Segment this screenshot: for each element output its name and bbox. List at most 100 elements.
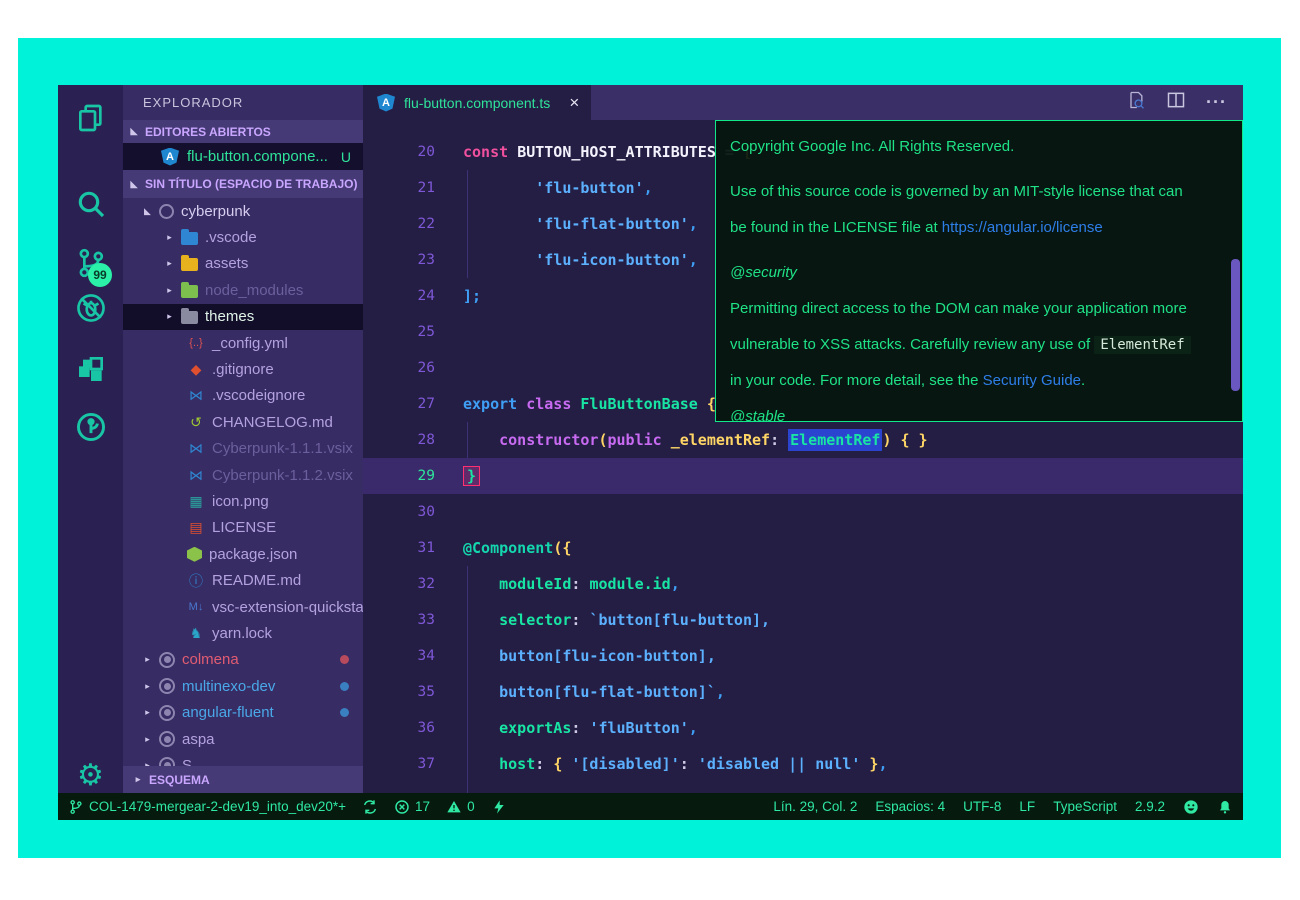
section-outline[interactable]: ▸ ESQUEMA [123, 766, 363, 793]
encoding-setting[interactable]: UTF-8 [963, 799, 1001, 814]
tree-item-label: LICENSE [212, 519, 276, 536]
section-workspace[interactable]: ◣ SIN TÍTULO (ESPACIO DE TRABAJO) [123, 170, 363, 198]
eol-setting[interactable]: LF [1019, 799, 1035, 814]
code-text: templateUrl: 'button.html', [463, 791, 743, 793]
smiley-icon [1183, 799, 1199, 815]
tree-item--config-yml[interactable]: {..}_config.yml [123, 330, 363, 356]
tree-item-label: assets [205, 255, 248, 272]
line-number: 30 [363, 504, 435, 520]
tree-item-label: Cyberpunk-1.1.1.vsix [212, 440, 353, 457]
folder-icon [181, 285, 198, 298]
code-line-30[interactable]: 30 [363, 494, 1243, 530]
code-line-33[interactable]: 33 selector: `button[flu-button], [363, 602, 1243, 638]
tooltip-scrollbar[interactable] [1231, 259, 1240, 391]
tree-item-license[interactable]: ▤LICENSE [123, 515, 363, 541]
package-json-icon [187, 547, 202, 562]
tree-item-themes[interactable]: ▸themes [123, 304, 363, 330]
code-line-37[interactable]: 37 host: { '[disabled]': 'disabled || nu… [363, 746, 1243, 782]
tooltip-line: Use of this source code is governed by a… [730, 174, 1226, 210]
sync-button[interactable] [362, 799, 378, 815]
tree-item-s[interactable]: ▸S [123, 752, 363, 766]
code-line-29[interactable]: 29} [363, 458, 1243, 494]
feedback-smiley[interactable] [1183, 799, 1199, 815]
activity-search-icon[interactable] [73, 186, 109, 222]
tree-item-node-modules[interactable]: ▸node_modules [123, 277, 363, 303]
repo-folder-icon [159, 731, 175, 747]
tree-item-package-json[interactable]: package.json [123, 541, 363, 567]
tree-item-colmena[interactable]: ▸colmena [123, 647, 363, 673]
typescript-version[interactable]: 2.9.2 [1135, 799, 1165, 814]
line-number: 38 [363, 792, 435, 793]
problems-warnings[interactable]: 0 [446, 799, 475, 815]
lightning-icon [491, 799, 507, 815]
tooltip-link[interactable]: https://angular.io/license [942, 219, 1103, 236]
open-editor-item[interactable]: A flu-button.compone... U [123, 143, 363, 170]
tree-item-multinexo-dev[interactable]: ▸multinexo-dev [123, 673, 363, 699]
tree-item--vscode[interactable]: ▸.vscode [123, 224, 363, 250]
tree-item-icon-png[interactable]: ▦icon.png [123, 488, 363, 514]
tree-item-cyberpunk-1-1-1-vsix[interactable]: ⋈Cyberpunk-1.1.1.vsix [123, 436, 363, 462]
notifications-bell[interactable] [1217, 799, 1233, 815]
code-editor[interactable]: 20const BUTTON_HOST_ATTRIBUTES = [21 'fl… [363, 120, 1243, 793]
code-line-36[interactable]: 36 exportAs: 'fluButton', [363, 710, 1243, 746]
code-line-38[interactable]: 38 templateUrl: 'button.html', [363, 782, 1243, 793]
git-branch-status[interactable]: COL-1479-mergear-2-dev19_into_dev20*+ [68, 799, 346, 815]
activity-extensions-icon[interactable] [73, 351, 109, 387]
settings-gear-icon[interactable]: ⚙ [73, 758, 109, 794]
folder-icon [181, 258, 198, 271]
indent-guide [467, 206, 468, 242]
cursor-position[interactable]: Lín. 29, Col. 2 [773, 799, 857, 814]
activity-explorer-icon[interactable] [73, 100, 109, 136]
line-number: 23 [363, 252, 435, 268]
more-actions-icon[interactable]: ··· [1206, 92, 1227, 113]
tree-item-cyberpunk-1-1-2-vsix[interactable]: ⋈Cyberpunk-1.1.2.vsix [123, 462, 363, 488]
image-icon: ▦ [187, 493, 205, 510]
repo-folder-icon [159, 652, 175, 668]
code-line-32[interactable]: 32 moduleId: module.id, [363, 566, 1243, 602]
code-line-35[interactable]: 35 button[flu-flat-button]`, [363, 674, 1243, 710]
indent-guide [467, 710, 468, 746]
tree-item-readme-md[interactable]: ⓘREADME.md [123, 567, 363, 593]
yarn-icon: ♞ [187, 625, 205, 642]
tooltip-line: vulnerable to XSS attacks. Carefully rev… [730, 327, 1226, 363]
sync-icon [362, 799, 378, 815]
open-preview-icon[interactable] [1126, 90, 1146, 115]
tree-item-changelog-md[interactable]: ↺CHANGELOG.md [123, 409, 363, 435]
tab-flu-button-component[interactable]: A flu-button.component.ts × [363, 85, 591, 120]
indent-guide [467, 674, 468, 710]
indentation-setting[interactable]: Espacios: 4 [875, 799, 945, 814]
error-icon [394, 799, 410, 815]
tree-item-label: colmena [182, 651, 239, 668]
tooltip-link[interactable]: Security Guide [983, 372, 1081, 389]
warning-icon [446, 799, 462, 815]
tooltip-line: @security [730, 255, 1226, 291]
tree-item-yarn-lock[interactable]: ♞yarn.lock [123, 620, 363, 646]
tree-item-aspa[interactable]: ▸aspa [123, 726, 363, 752]
section-open-editors[interactable]: ◣ EDITORES ABIERTOS [123, 120, 363, 143]
indent-guide [467, 638, 468, 674]
feedback-bolt[interactable] [491, 799, 507, 815]
language-mode[interactable]: TypeScript [1053, 799, 1117, 814]
tree-item-cyberpunk[interactable]: ◣cyberpunk [123, 198, 363, 224]
activity-debug-icon[interactable] [73, 290, 109, 326]
tooltip-line: be found in the LICENSE file at https://… [730, 210, 1226, 246]
tree-item--vscodeignore[interactable]: ⋈.vscodeignore [123, 383, 363, 409]
tree-item-label: .gitignore [212, 361, 274, 378]
tree-item--gitignore[interactable]: ◆.gitignore [123, 356, 363, 382]
split-editor-icon[interactable] [1166, 90, 1186, 115]
tree-item-assets[interactable]: ▸assets [123, 251, 363, 277]
problems-errors[interactable]: 17 [394, 799, 430, 815]
close-icon[interactable]: × [569, 93, 579, 113]
braces-icon: {..} [187, 337, 205, 349]
code-line-28[interactable]: 28 constructor(public _elementRef: Eleme… [363, 422, 1243, 458]
line-number: 21 [363, 180, 435, 196]
tree-item-angular-fluent[interactable]: ▸angular-fluent [123, 699, 363, 725]
tree-item-vsc-extension-quicksta-[interactable]: M↓vsc-extension-quicksta.. [123, 594, 363, 620]
tree-item-label: angular-fluent [182, 704, 274, 721]
workspace-folder-icon [159, 204, 174, 219]
code-text: 'flu-button', [463, 179, 653, 197]
window-frame: 99⚙ EXPLORADOR ◣ EDITORES ABIERTOS A flu… [18, 38, 1281, 858]
code-line-34[interactable]: 34 button[flu-icon-button], [363, 638, 1243, 674]
code-line-31[interactable]: 31@Component({ [363, 530, 1243, 566]
activity-gitlens-icon[interactable] [73, 409, 109, 445]
